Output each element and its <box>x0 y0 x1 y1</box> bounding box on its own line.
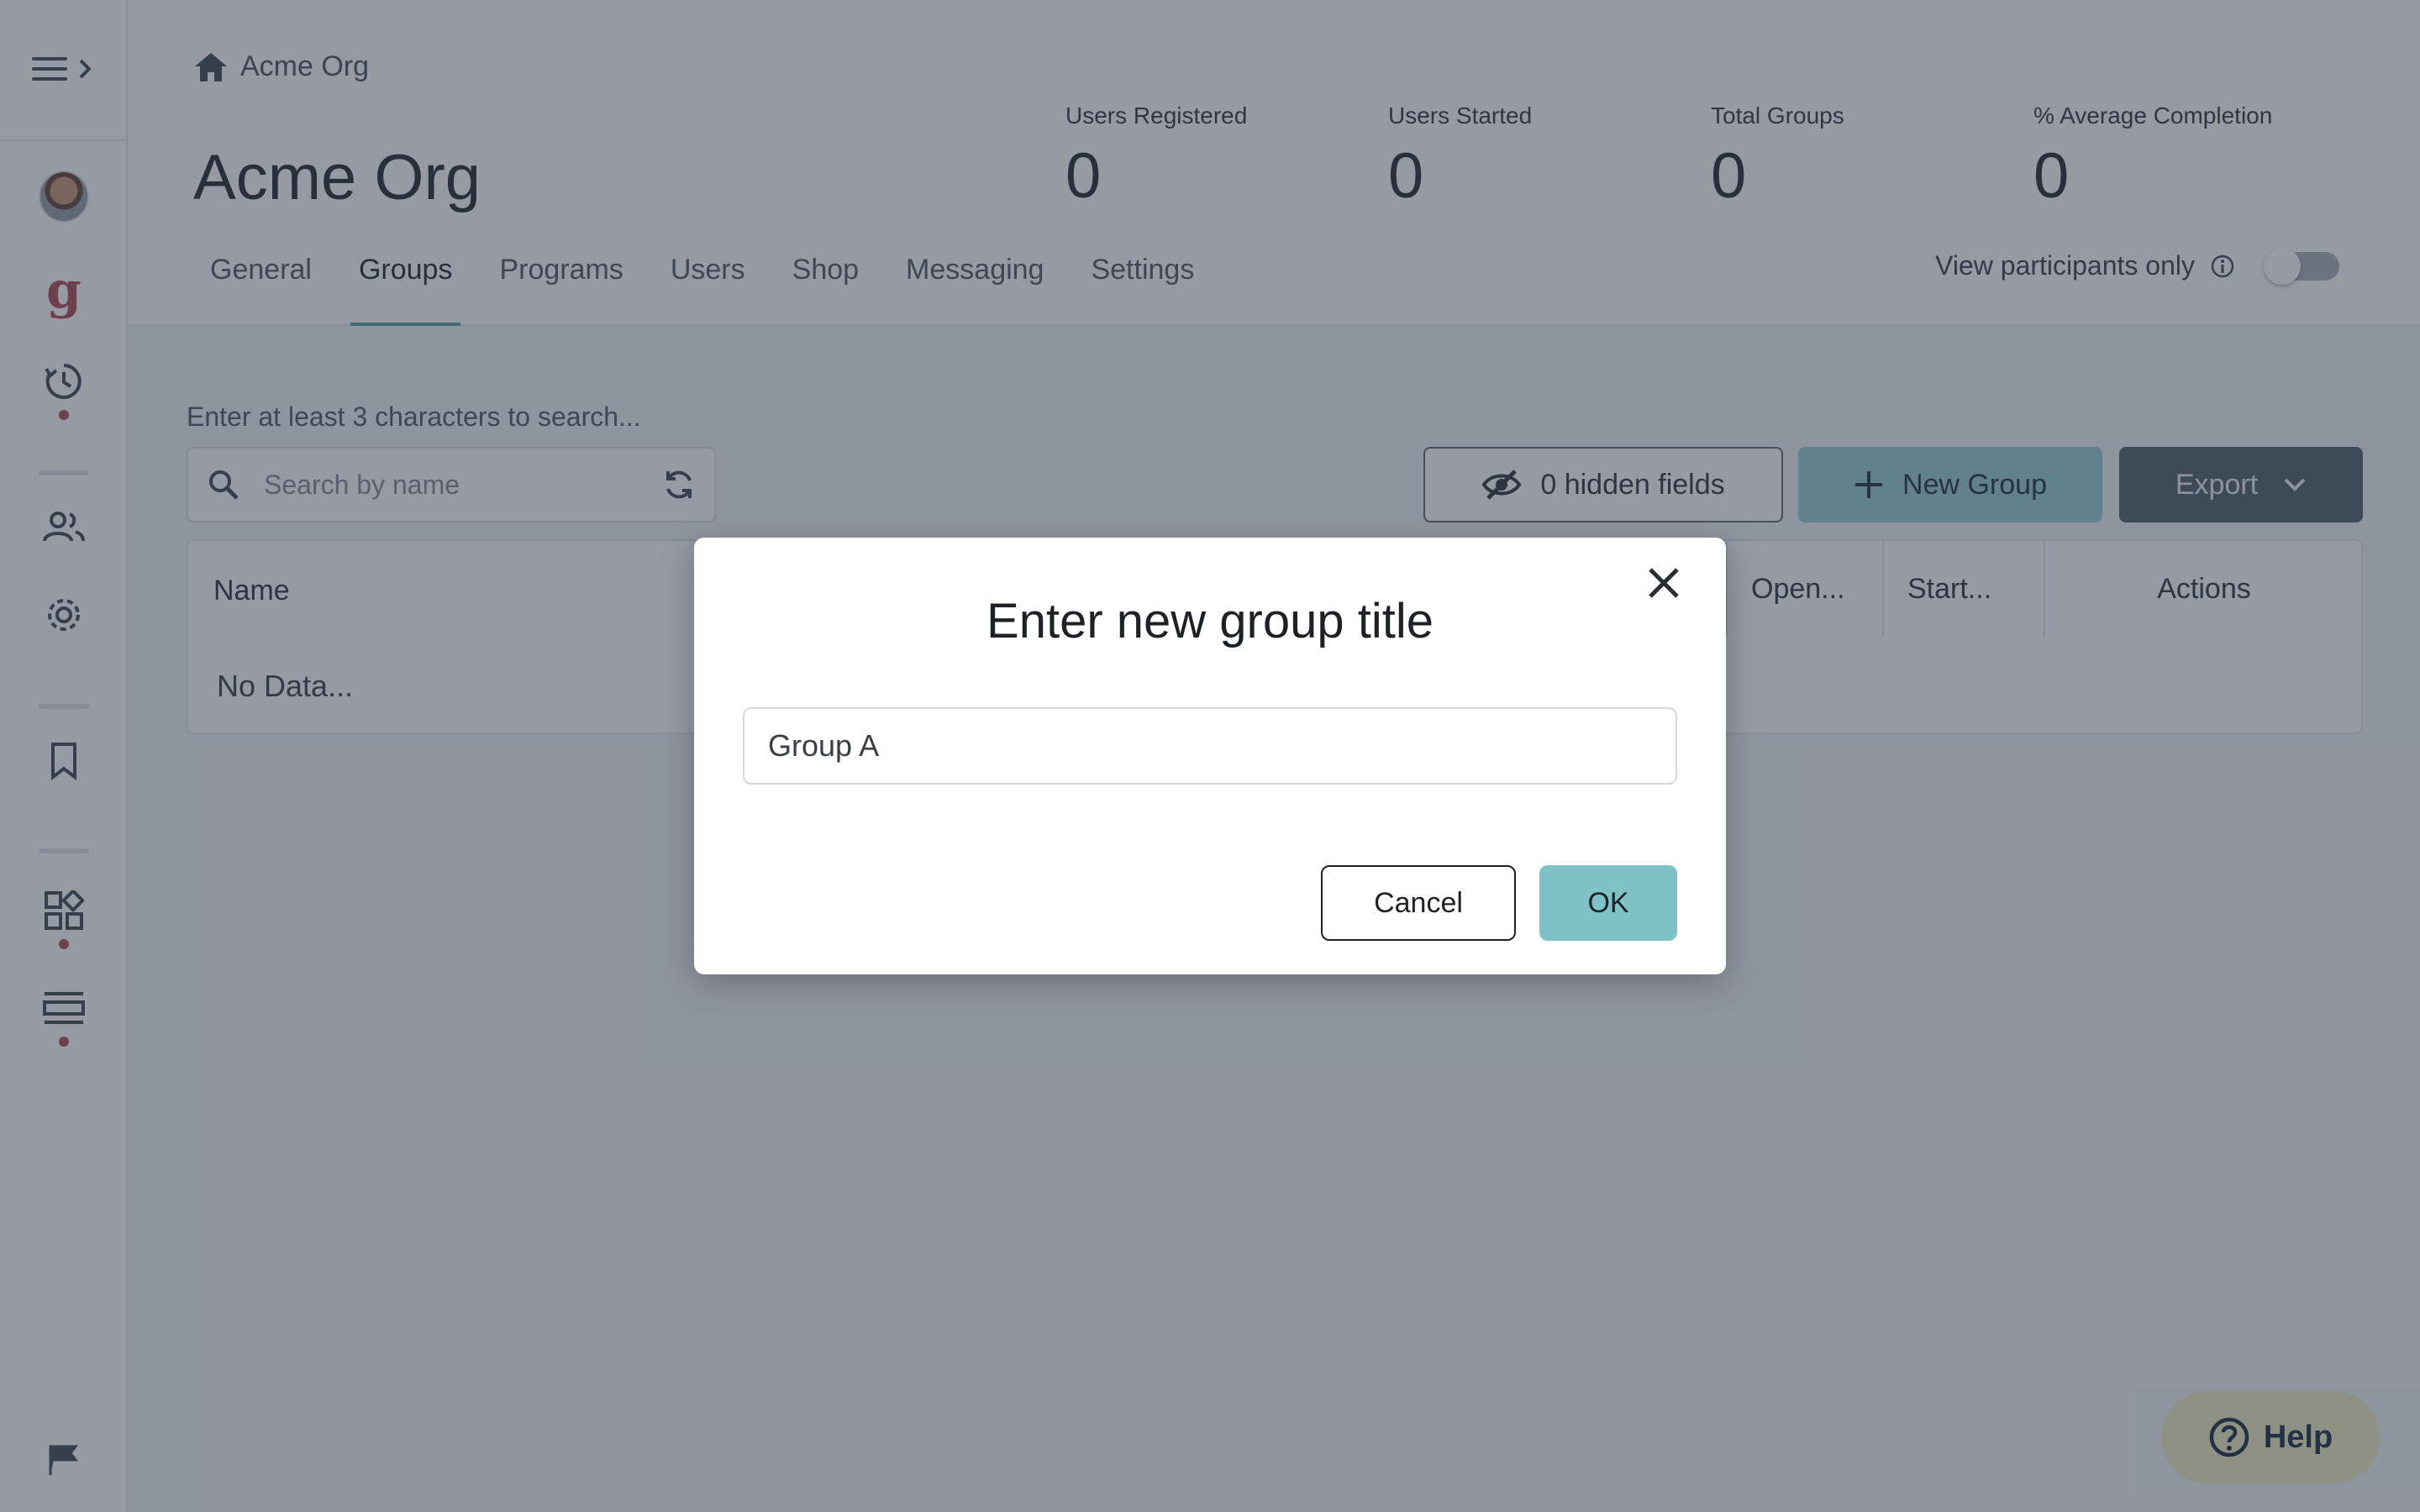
cancel-button[interactable]: Cancel <box>1321 865 1516 941</box>
group-title-input[interactable] <box>743 707 1677 785</box>
new-group-dialog: Enter new group title Cancel OK <box>694 538 1726 974</box>
ok-button[interactable]: OK <box>1539 865 1677 941</box>
dialog-title: Enter new group title <box>986 594 1434 648</box>
